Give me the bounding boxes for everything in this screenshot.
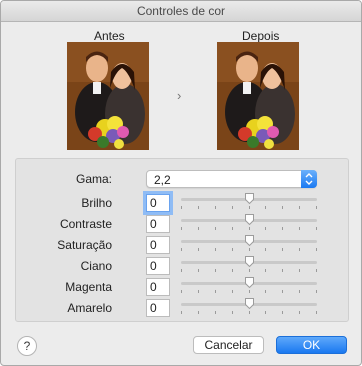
updown-chevron-icon — [301, 170, 317, 188]
slider-tick — [181, 290, 182, 293]
slider-tick — [282, 248, 283, 251]
slider-tick — [265, 206, 266, 209]
slider-tick — [316, 311, 317, 314]
slider-tick — [249, 311, 250, 314]
gamma-value: 2,2 — [154, 173, 171, 187]
slider-tick — [316, 206, 317, 209]
slider-tick — [265, 248, 266, 251]
slider-tick — [299, 206, 300, 209]
before-preview-image — [67, 42, 149, 150]
slider-tick — [198, 269, 199, 272]
slider-tick — [181, 227, 182, 230]
slider-tick — [215, 290, 216, 293]
adjustment-label: Saturação — [57, 238, 112, 252]
slider-tick — [249, 269, 250, 272]
color-controls-dialog: Controles de cor Antes › Depois Gama: 2,… — [0, 0, 362, 366]
slider-tick — [232, 311, 233, 314]
slider-tick — [181, 311, 182, 314]
slider-tick — [282, 206, 283, 209]
slider-tick — [316, 248, 317, 251]
slider-tick — [198, 206, 199, 209]
slider-tick — [232, 248, 233, 251]
adjustment-label: Amarelo — [67, 301, 112, 315]
slider-thumb[interactable] — [245, 193, 254, 205]
adjustment-value-field[interactable]: 0 — [146, 278, 170, 296]
slider-tick — [198, 248, 199, 251]
slider-tick — [215, 269, 216, 272]
couple-photo — [67, 42, 149, 150]
slider-thumb[interactable] — [245, 298, 254, 310]
after-label: Depois — [242, 29, 280, 43]
slider-tick — [282, 311, 283, 314]
adjustment-slider[interactable] — [181, 277, 317, 293]
adjustment-value-field[interactable]: 0 — [146, 215, 170, 233]
slider-tick — [232, 269, 233, 272]
adjustment-label: Magenta — [65, 280, 112, 294]
slider-tick — [232, 206, 233, 209]
couple-photo — [217, 42, 299, 150]
slider-tick — [215, 206, 216, 209]
cancel-button[interactable]: Cancelar — [193, 336, 264, 354]
slider-tick — [316, 290, 317, 293]
slider-tick — [198, 311, 199, 314]
slider-tick — [215, 248, 216, 251]
slider-tick — [181, 206, 182, 209]
adjustment-value-field[interactable]: 0 — [146, 257, 170, 275]
slider-tick — [299, 290, 300, 293]
gamma-select[interactable]: 2,2 — [146, 170, 317, 188]
slider-tick — [181, 269, 182, 272]
slider-thumb[interactable] — [245, 235, 254, 247]
slider-tick — [316, 269, 317, 272]
slider-tick — [299, 248, 300, 251]
adjustment-label: Contraste — [59, 217, 112, 231]
slider-tick — [181, 248, 182, 251]
slider-tick — [282, 269, 283, 272]
slider-tick — [282, 227, 283, 230]
adjustment-label: Brilho — [81, 196, 112, 210]
slider-tick — [215, 227, 216, 230]
slider-tick — [282, 290, 283, 293]
slider-tick — [299, 227, 300, 230]
adjustment-slider[interactable] — [181, 214, 317, 230]
adjustment-value-field[interactable]: 0 — [146, 236, 170, 254]
adjustments-panel: Gama: 2,2 Brilho 0 Contraste 0 Saturação 0 Cia… — [15, 158, 349, 322]
slider-tick — [299, 269, 300, 272]
help-button[interactable]: ? — [17, 336, 37, 356]
slider-tick — [198, 227, 199, 230]
adjustment-value-field[interactable]: 0 — [146, 299, 170, 317]
chevron-right-icon: › — [177, 88, 182, 103]
slider-thumb[interactable] — [245, 256, 254, 268]
slider-tick — [265, 227, 266, 230]
adjustment-label: Ciano — [80, 259, 112, 273]
help-icon: ? — [23, 339, 31, 353]
window-title: Controles de cor — [1, 1, 361, 22]
slider-tick — [215, 311, 216, 314]
slider-thumb[interactable] — [245, 277, 254, 289]
adjustment-value-field[interactable]: 0 — [146, 194, 170, 212]
gamma-label: Gama: — [75, 172, 112, 186]
slider-tick — [265, 269, 266, 272]
after-preview-image — [217, 42, 299, 150]
slider-thumb[interactable] — [245, 214, 254, 226]
slider-tick — [249, 206, 250, 209]
slider-tick — [265, 290, 266, 293]
slider-tick — [232, 227, 233, 230]
slider-tick — [249, 290, 250, 293]
adjustment-slider[interactable] — [181, 193, 317, 209]
adjustment-slider[interactable] — [181, 256, 317, 272]
slider-tick — [299, 311, 300, 314]
slider-tick — [316, 227, 317, 230]
before-label: Antes — [94, 29, 125, 43]
adjustment-slider[interactable] — [181, 298, 317, 314]
slider-tick — [265, 311, 266, 314]
slider-tick — [249, 227, 250, 230]
slider-tick — [249, 248, 250, 251]
adjustment-slider[interactable] — [181, 235, 317, 251]
ok-button[interactable]: OK — [276, 336, 347, 354]
slider-tick — [232, 290, 233, 293]
slider-tick — [198, 290, 199, 293]
